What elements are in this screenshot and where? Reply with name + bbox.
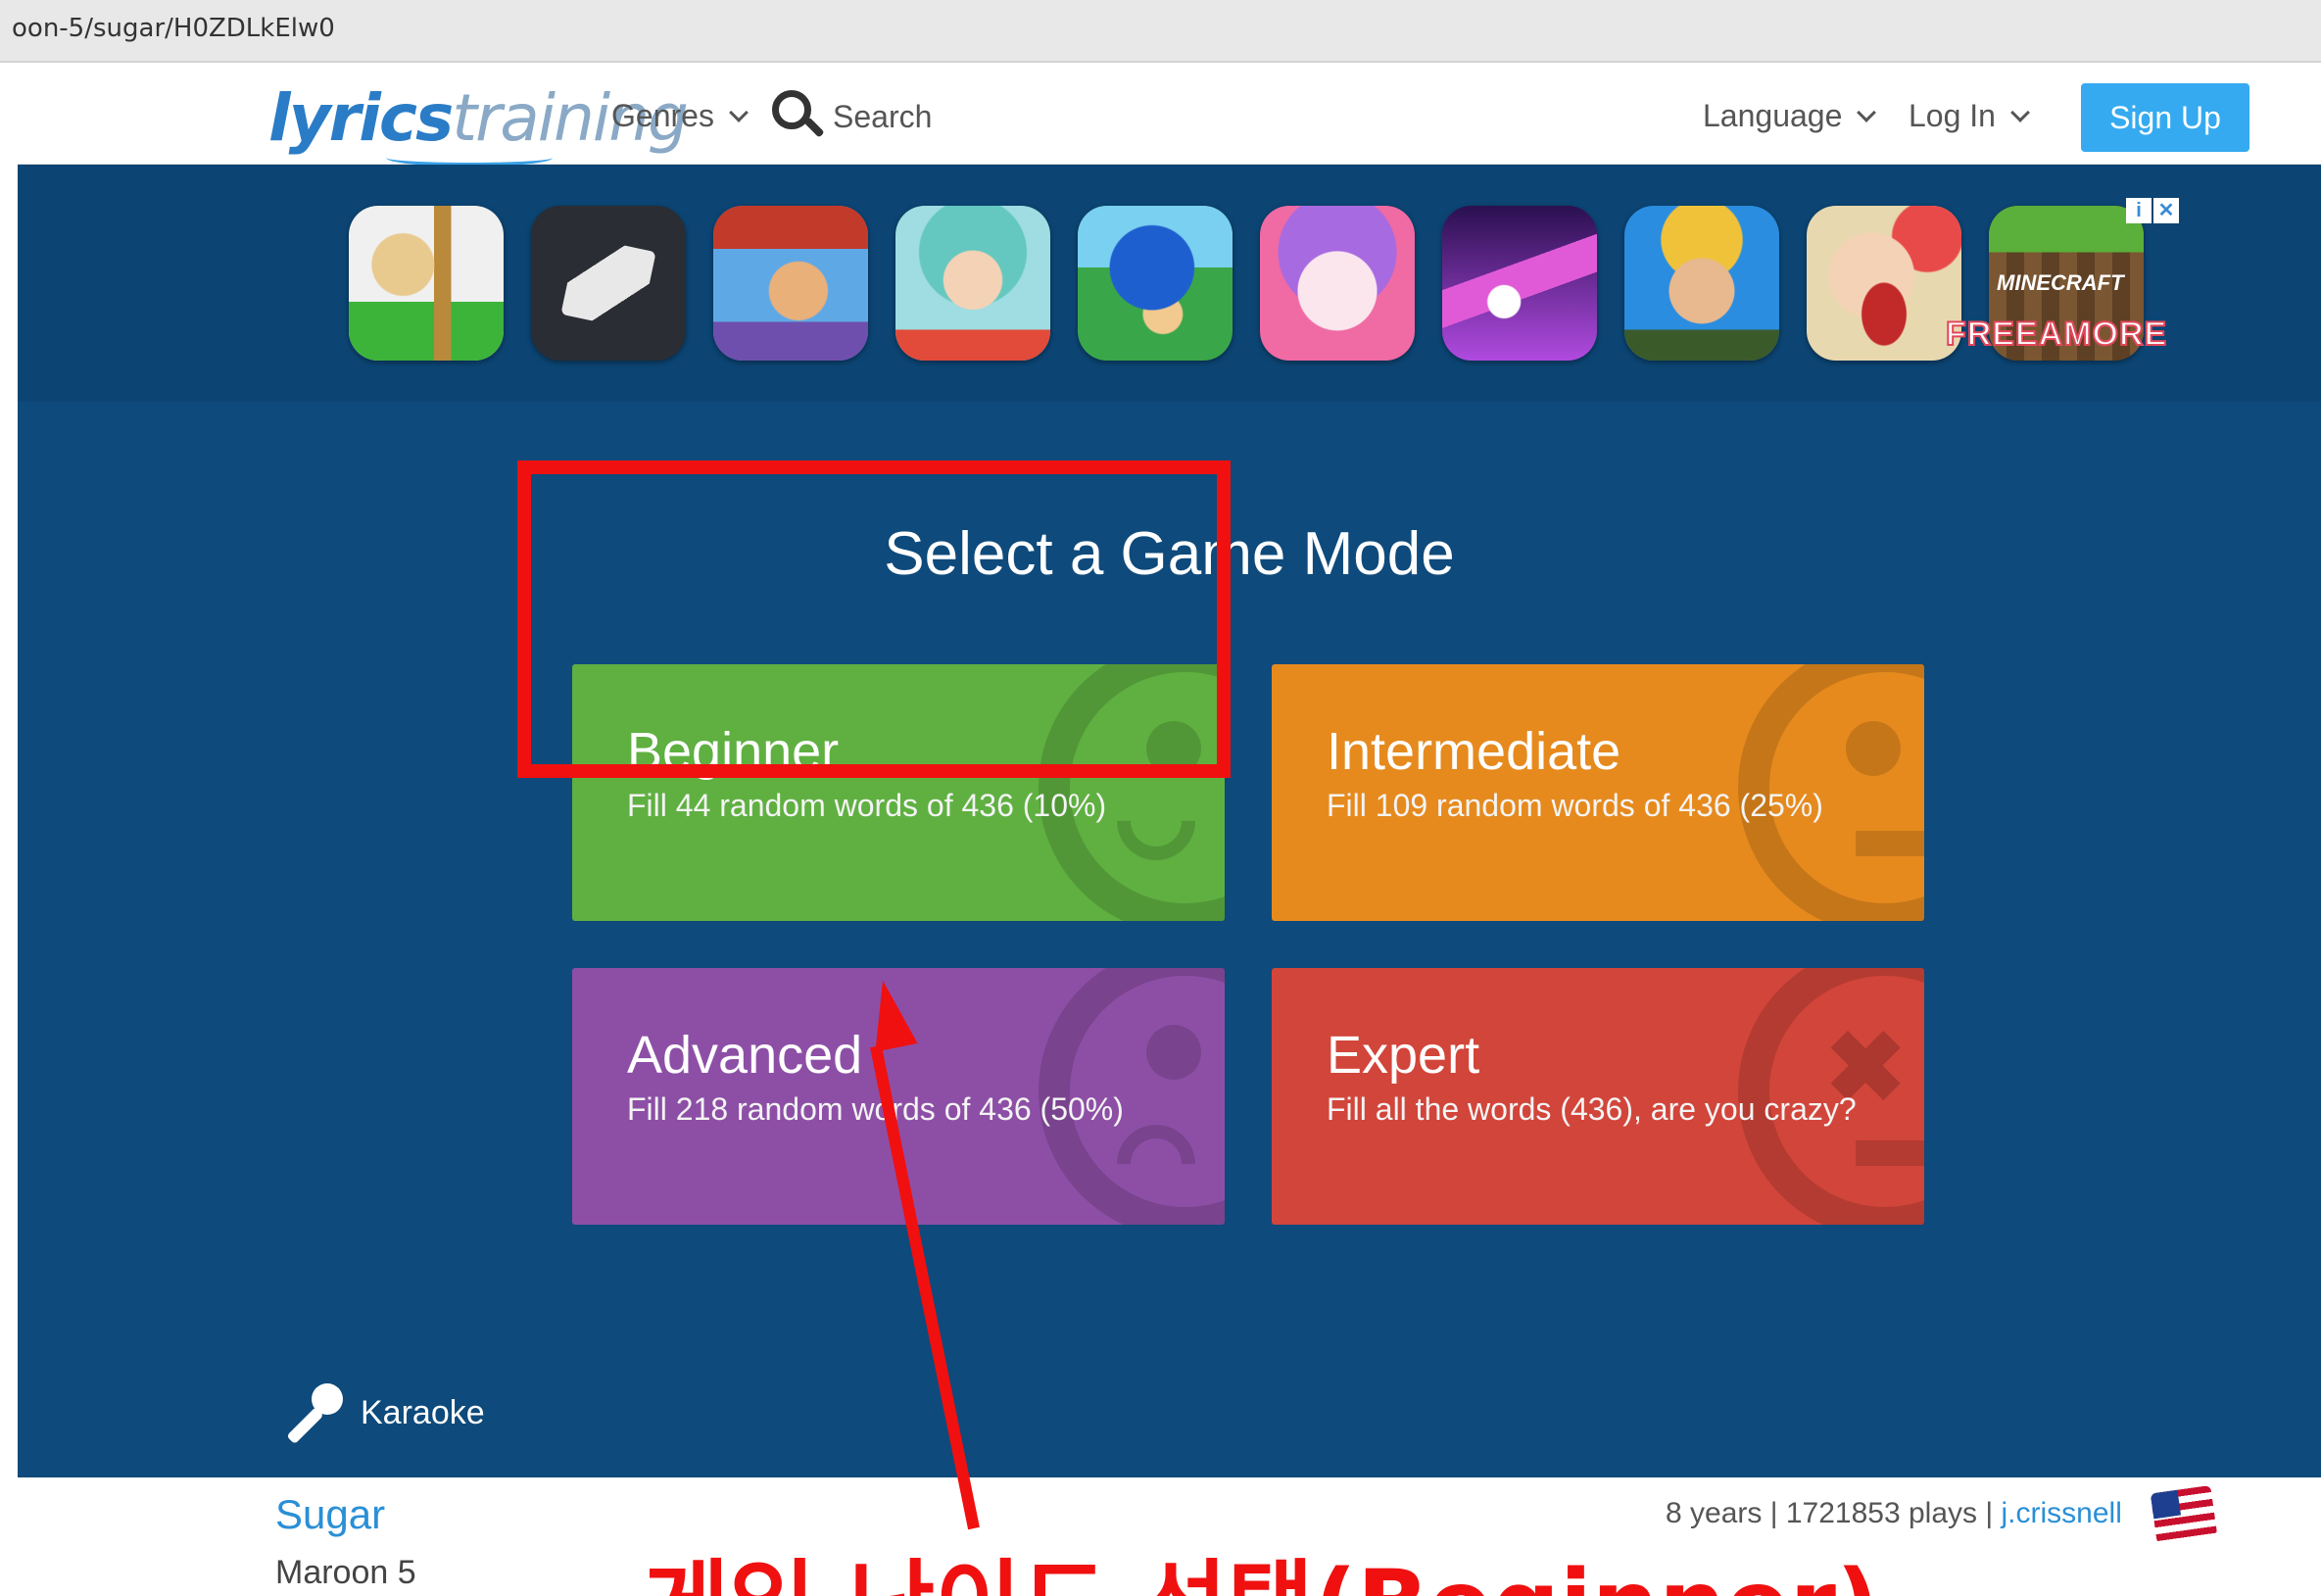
face-mouth — [1856, 1140, 1924, 1166]
language-label: Language — [1703, 98, 1843, 133]
mode-description: Fill 109 random words of 436 (25%) — [1327, 788, 1823, 823]
mode-expert-card[interactable]: ✖ Expert Fill all the words (436), are y… — [1272, 968, 1924, 1225]
us-flag-icon — [2150, 1484, 2218, 1545]
mode-description: Fill all the words (436), are you crazy? — [1327, 1091, 1857, 1127]
minecraft-wordmark: MINECRAFT — [1997, 270, 2124, 295]
ad-banner[interactable]: MINECRAFT i ✕ FREEAMORE — [18, 165, 2321, 402]
song-artist[interactable]: Maroon 5 — [275, 1554, 416, 1592]
app-icon-toca-life[interactable] — [895, 206, 1050, 361]
mode-name: Expert — [1327, 1026, 1480, 1085]
sign-up-button[interactable]: Sign Up — [2081, 83, 2249, 152]
song-plays: 1721853 plays — [1785, 1497, 1978, 1529]
close-icon[interactable]: ✕ — [2153, 198, 2179, 223]
chevron-down-icon — [1857, 102, 1877, 122]
login-menu[interactable]: Log In — [1909, 98, 2030, 134]
mode-name: Intermediate — [1327, 722, 1621, 781]
chevron-down-icon — [2010, 102, 2030, 122]
ad-brand: FREEAMORE — [1945, 314, 2168, 354]
mode-intermediate-card[interactable]: Intermediate Fill 109 random words of 43… — [1272, 664, 1924, 921]
annotation-caption: 게임 난이도 선택(Beginner) — [643, 1528, 1879, 1596]
face-mouth — [1856, 831, 1924, 856]
mode-description: Fill 44 random words of 436 (10%) — [627, 788, 1107, 823]
app-icon-fruit-ninja[interactable] — [1807, 206, 1961, 361]
page: oon-5/sugar/H0ZDLkElw0 lyricstraining Ge… — [0, 0, 2321, 1596]
song-meta: 8 years | 1721853 plays | j.crissnell — [1666, 1497, 2122, 1529]
karaoke-label: Karaoke — [361, 1393, 485, 1431]
song-age: 8 years — [1666, 1497, 1763, 1529]
mode-description: Fill 218 random words of 436 (50%) — [627, 1091, 1124, 1127]
face-eye — [1146, 1025, 1201, 1080]
url-text[interactable]: oon-5/sugar/H0ZDLkElw0 — [12, 14, 335, 43]
app-icon-talking-angela-2[interactable] — [1260, 206, 1415, 361]
face-eye — [1846, 721, 1901, 776]
site-header: lyricstraining Genres Search Language Lo… — [18, 71, 2321, 167]
game-stage: MINECRAFT i ✕ FREEAMORE Select a Game Mo… — [18, 165, 2321, 1477]
app-icon-roblox[interactable] — [531, 206, 686, 361]
mode-name: Advanced — [627, 1026, 863, 1085]
microphone-icon — [286, 1383, 343, 1445]
ad-info-icon[interactable]: i — [2126, 198, 2152, 223]
uploader-link[interactable]: j.crissnell — [2002, 1497, 2122, 1529]
karaoke-link[interactable]: Karaoke — [286, 1383, 485, 1445]
search-icon — [770, 88, 825, 139]
app-icon-fortnite[interactable] — [1624, 206, 1779, 361]
chevron-down-icon — [729, 102, 749, 122]
logo-lyrics: lyrics — [268, 80, 454, 156]
app-icon-baldi[interactable] — [349, 206, 504, 361]
ad-choices-badge[interactable]: i ✕ — [2126, 198, 2179, 223]
language-menu[interactable]: Language — [1703, 98, 1877, 134]
app-icon-tiles-hop[interactable] — [1442, 206, 1597, 361]
login-label: Log In — [1909, 98, 1996, 133]
genres-menu[interactable]: Genres — [611, 98, 749, 134]
search-link[interactable]: Search — [770, 88, 932, 139]
song-title[interactable]: Sugar — [275, 1491, 385, 1538]
app-icon-sonic[interactable] — [1078, 206, 1233, 361]
address-bar[interactable]: oon-5/sugar/H0ZDLkElw0 — [0, 0, 2321, 63]
search-label: Search — [833, 98, 933, 134]
genres-label: Genres — [611, 98, 714, 133]
app-icon-subway-surfers[interactable] — [713, 206, 868, 361]
annotation-highlight-box — [517, 460, 1231, 778]
